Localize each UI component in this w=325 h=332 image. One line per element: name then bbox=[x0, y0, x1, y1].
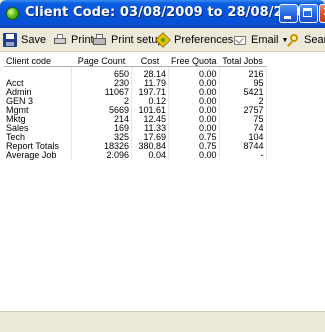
search-icon bbox=[286, 33, 300, 47]
save-label: Save bbox=[21, 34, 47, 46]
minimize-button[interactable] bbox=[279, 4, 298, 23]
cell-total-jobs: - bbox=[219, 151, 267, 160]
cell-cost: 0.04 bbox=[131, 151, 169, 160]
table-row: Admin 11067 197.71 0.00 5421 bbox=[4, 88, 267, 97]
cell-free-quota: 0.00 bbox=[168, 151, 220, 160]
printer-icon bbox=[53, 33, 67, 47]
search-button[interactable]: Search bbox=[286, 32, 325, 48]
cell-page-count: 11067 bbox=[71, 88, 132, 97]
preferences-label: Preferences bbox=[174, 34, 234, 46]
search-label: Search bbox=[304, 34, 325, 46]
toolbar: Save Print Print setup Preferences Email… bbox=[0, 28, 325, 52]
table-row: Sales 169 11.33 0.00 74 bbox=[4, 124, 267, 133]
floppy-disk-icon bbox=[3, 33, 17, 47]
window-title: Client Code: 03/08/2009 to 28/08/2009 bbox=[25, 5, 311, 20]
report-table: Client code Page Count Cost Free Quota T… bbox=[4, 56, 267, 160]
email-button[interactable]: Email ▼ bbox=[233, 32, 288, 48]
print-setup-button[interactable]: Print setup bbox=[93, 32, 164, 48]
average-row: Average Job 2.096 0.04 0.00 - bbox=[4, 151, 267, 160]
column-header-total-jobs[interactable]: Total Jobs bbox=[219, 56, 267, 67]
table-row: Mgmt 5669 101.61 0.00 2757 bbox=[4, 106, 267, 115]
status-bar bbox=[0, 311, 325, 332]
table-row: Mktg 214 12.45 0.00 75 bbox=[4, 115, 267, 124]
print-button[interactable]: Print bbox=[53, 32, 94, 48]
cell-total-jobs: 8744 bbox=[219, 142, 267, 151]
table-row: Acct 230 11.79 0.00 95 bbox=[4, 79, 267, 88]
maximize-button[interactable] bbox=[299, 4, 318, 23]
column-header-page-count[interactable]: Page Count bbox=[71, 56, 132, 67]
column-header-cost[interactable]: Cost bbox=[131, 56, 169, 67]
email-icon bbox=[233, 33, 247, 47]
save-button[interactable]: Save bbox=[3, 32, 46, 48]
column-header-client-code[interactable]: Client code bbox=[4, 56, 72, 67]
cell-client-code: Average Job bbox=[4, 151, 72, 160]
column-header-free-quota[interactable]: Free Quota bbox=[168, 56, 220, 67]
printer-setup-icon bbox=[93, 33, 107, 47]
preferences-button[interactable]: Preferences bbox=[155, 32, 234, 48]
table-row: GEN 3 2 0.12 0.00 2 bbox=[4, 97, 267, 106]
cell-page-count: 2.096 bbox=[71, 151, 132, 160]
report-window: Client Code: 03/08/2009 to 28/08/2009 Sa… bbox=[0, 0, 325, 332]
table-header-row: Client code Page Count Cost Free Quota T… bbox=[4, 56, 267, 67]
close-button[interactable] bbox=[319, 4, 325, 23]
report-content: Client code Page Count Cost Free Quota T… bbox=[0, 52, 325, 311]
print-label: Print bbox=[71, 34, 94, 46]
app-icon bbox=[6, 7, 19, 20]
email-label: Email bbox=[251, 34, 279, 46]
table-row: 650 28.14 0.00 216 bbox=[4, 66, 267, 79]
title-bar[interactable]: Client Code: 03/08/2009 to 28/08/2009 bbox=[0, 0, 325, 28]
preferences-icon bbox=[155, 32, 171, 48]
